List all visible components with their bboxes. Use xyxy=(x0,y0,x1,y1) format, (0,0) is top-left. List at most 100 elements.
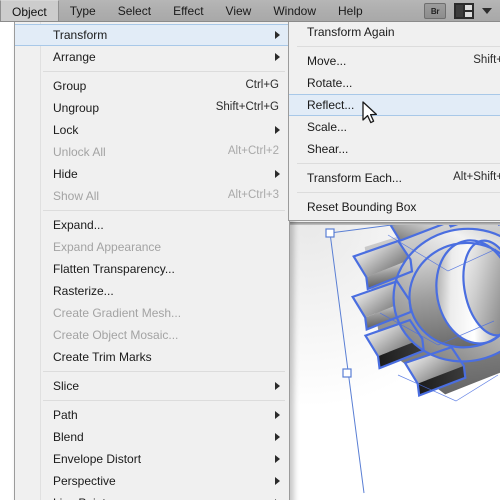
menu-bar-right-controls: Br xyxy=(424,0,500,22)
menu-separator xyxy=(297,192,500,193)
transform-submenu-panel[interactable]: Transform Again Move... Shift+ Rotate... Ref… xyxy=(288,18,500,221)
menu-item-shortcut: Alt+Ctrl+3 xyxy=(227,189,279,202)
menu-bar-item-window[interactable]: Window xyxy=(262,0,327,22)
menu-item-label: Expand... xyxy=(53,218,104,232)
menu-item-reflect[interactable]: Reflect... xyxy=(289,94,500,116)
submenu-arrow-icon xyxy=(275,433,280,441)
menu-item-label: Transform xyxy=(53,28,108,42)
submenu-arrow-icon xyxy=(275,477,280,485)
menu-item-shortcut: Alt+Ctrl+2 xyxy=(227,145,279,158)
menu-bar-item-type[interactable]: Type xyxy=(59,0,107,22)
menu-item-perspective[interactable]: Perspective xyxy=(15,470,289,492)
menu-item-expand-appearance: Expand Appearance xyxy=(15,236,289,258)
menu-item-label: Create Object Mosaic... xyxy=(53,328,179,342)
menu-item-unlock-all: Unlock All Alt+Ctrl+2 xyxy=(15,141,289,163)
menu-item-label: Lock xyxy=(53,123,79,137)
menu-bar-item-select[interactable]: Select xyxy=(107,0,162,22)
menu-bar-item-help[interactable]: Help xyxy=(327,0,374,22)
menu-item-slice[interactable]: Slice xyxy=(15,375,289,397)
menu-separator xyxy=(43,71,285,72)
menu-item-shortcut: Ctrl+G xyxy=(245,79,279,92)
menu-item-envelope-distort[interactable]: Envelope Distort xyxy=(15,448,289,470)
menu-item-shortcut: Shift+ xyxy=(473,54,500,67)
menu-bar-item-view[interactable]: View xyxy=(215,0,263,22)
menu-item-shortcut: Shift+Ctrl+G xyxy=(215,101,279,114)
menu-item-rasterize[interactable]: Rasterize... xyxy=(15,280,289,302)
canvas-top-edge xyxy=(285,222,500,225)
submenu-arrow-icon xyxy=(275,411,280,419)
menu-item-label: Slice xyxy=(53,379,80,393)
menu-bar-item-label: Type xyxy=(69,4,96,18)
menu-item-transform-each[interactable]: Transform Each... Alt+Shift+ xyxy=(289,167,500,189)
menu-bar-bottom-line xyxy=(0,21,500,22)
submenu-arrow-icon xyxy=(275,31,280,39)
submenu-arrow-icon xyxy=(275,126,280,134)
menu-bar-item-label: Select xyxy=(117,4,152,18)
object-menu-panel[interactable]: Transform Arrange Group Ctrl+G Ungroup Shift+… xyxy=(14,21,290,500)
menu-separator xyxy=(297,163,500,164)
menu-item-label: Scale... xyxy=(307,120,348,134)
menu-item-label: Create Gradient Mesh... xyxy=(53,306,182,320)
menu-item-scale[interactable]: Scale... xyxy=(289,116,500,138)
menu-item-label: Reset Bounding Box xyxy=(307,200,417,214)
menu-separator xyxy=(297,46,500,47)
menu-item-shear[interactable]: Shear... xyxy=(289,138,500,160)
illustrator-window: Transform Arrange Group Ctrl+G Ungroup Shift+… xyxy=(0,0,500,500)
menu-bar-item-object[interactable]: Object xyxy=(0,0,59,22)
menu-item-show-all: Show All Alt+Ctrl+3 xyxy=(15,185,289,207)
menu-item-move[interactable]: Move... Shift+ xyxy=(289,50,500,72)
menu-item-label: Flatten Transparency... xyxy=(53,262,175,276)
menu-item-label: Expand Appearance xyxy=(53,240,162,254)
menu-bar-item-label: Window xyxy=(273,4,317,18)
menu-item-live-paint[interactable]: Live Paint xyxy=(15,492,289,500)
menu-item-label: Shear... xyxy=(307,142,349,156)
menu-item-label: Blend xyxy=(53,430,84,444)
menu-item-label: Perspective xyxy=(53,474,116,488)
menu-item-hide[interactable]: Hide xyxy=(15,163,289,185)
menu-item-blend[interactable]: Blend xyxy=(15,426,289,448)
menu-item-label: Unlock All xyxy=(53,145,106,159)
menu-item-label: Envelope Distort xyxy=(53,452,142,466)
chevron-down-icon[interactable] xyxy=(482,8,492,14)
transform-submenu-items: Transform Again Move... Shift+ Rotate... Ref… xyxy=(289,21,500,218)
menu-item-rotate[interactable]: Rotate... xyxy=(289,72,500,94)
menu-item-create-trim-marks[interactable]: Create Trim Marks xyxy=(15,346,289,368)
menu-item-label: Hide xyxy=(53,167,78,181)
menu-item-reset-bounding-box[interactable]: Reset Bounding Box xyxy=(289,196,500,218)
menu-item-lock[interactable]: Lock xyxy=(15,119,289,141)
menu-bar[interactable]: Object Type Select Effect View Window Help Br xyxy=(0,0,500,22)
menu-item-label: Ungroup xyxy=(53,101,100,115)
menu-item-label: Rasterize... xyxy=(53,284,114,298)
menu-item-label: Move... xyxy=(307,54,347,68)
menu-item-label: Rotate... xyxy=(307,76,353,90)
menu-separator xyxy=(43,371,285,372)
menu-bar-item-label: Help xyxy=(338,4,363,18)
submenu-arrow-icon xyxy=(275,382,280,390)
menu-item-create-object-mosaic: Create Object Mosaic... xyxy=(15,324,289,346)
submenu-arrow-icon xyxy=(275,53,280,61)
menu-item-ungroup[interactable]: Ungroup Shift+Ctrl+G xyxy=(15,97,289,119)
document-canvas[interactable] xyxy=(285,222,500,500)
menu-item-shortcut: Alt+Shift+ xyxy=(453,171,500,184)
menu-item-transform-again[interactable]: Transform Again xyxy=(289,21,500,43)
menu-item-flatten-transparency[interactable]: Flatten Transparency... xyxy=(15,258,289,280)
menu-item-group[interactable]: Group Ctrl+G xyxy=(15,75,289,97)
menu-item-path[interactable]: Path xyxy=(15,404,289,426)
menu-item-arrange[interactable]: Arrange xyxy=(15,46,289,68)
menu-item-label: Reflect... xyxy=(307,98,355,112)
menu-item-label: Path xyxy=(53,408,78,422)
3d-gear-artwork[interactable] xyxy=(288,225,500,500)
menu-item-label: Create Trim Marks xyxy=(53,350,152,364)
menu-item-transform[interactable]: Transform xyxy=(15,24,289,46)
menu-bar-item-effect[interactable]: Effect xyxy=(162,0,214,22)
menu-bar-item-label: View xyxy=(225,4,252,18)
bridge-button[interactable]: Br xyxy=(424,3,446,19)
submenu-arrow-icon xyxy=(275,170,280,178)
menu-bar-item-label: Effect xyxy=(173,4,204,18)
menu-item-expand[interactable]: Expand... xyxy=(15,214,289,236)
object-menu-items: Transform Arrange Group Ctrl+G Ungroup Shift+… xyxy=(15,24,289,500)
artboard[interactable] xyxy=(288,225,500,500)
arrange-documents-icon[interactable] xyxy=(454,3,474,19)
menu-bar-items: Object Type Select Effect View Window Help xyxy=(0,0,374,22)
menu-item-label: Arrange xyxy=(53,50,96,64)
